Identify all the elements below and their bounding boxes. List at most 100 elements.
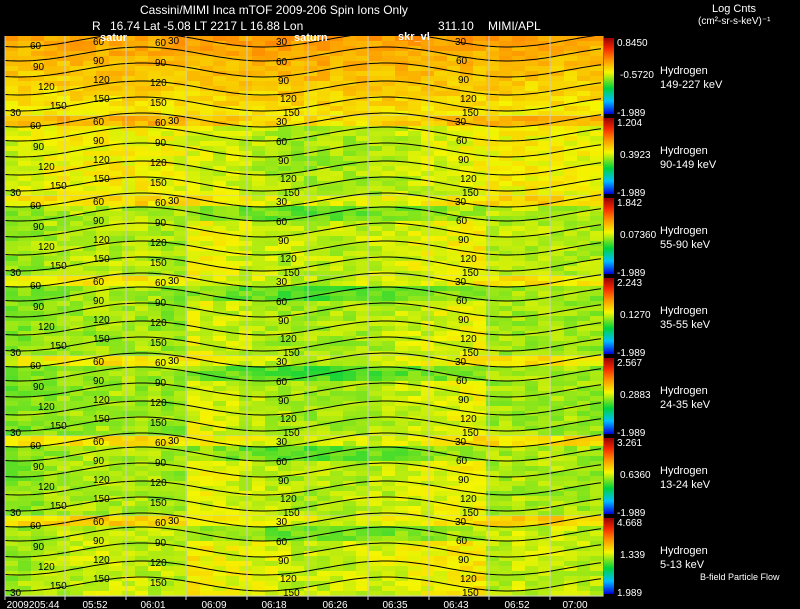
heatmap-cell [382,461,396,467]
heatmap-cell [44,306,58,312]
heatmap-cell [590,426,604,432]
heatmap-cell [499,71,513,77]
heatmap-cell [512,161,526,167]
heatmap-cell [590,506,604,512]
heatmap-cell [5,416,19,422]
heatmap-cell [577,346,591,352]
heatmap-cell [213,446,227,452]
heatmap-cell [317,366,331,372]
heatmap-cell [44,116,58,122]
heatmap-cell [44,291,58,297]
heatmap-cell [317,151,331,157]
heatmap-cell [44,546,58,552]
heatmap-cell [122,306,136,312]
heatmap-cell [590,136,604,142]
heatmap-cell [187,521,201,527]
heatmap-cell [577,201,591,207]
heatmap-cell [395,441,409,447]
heatmap-cell [18,461,32,467]
heatmap-cell [213,516,227,522]
heatmap-cell [252,261,266,267]
heatmap-cell [70,96,84,102]
heatmap-cell [512,196,526,202]
heatmap-cell [343,121,357,127]
heatmap-cell [252,81,266,87]
heatmap-cell [564,366,578,372]
heatmap-cell [369,346,383,352]
heatmap-cell [213,126,227,132]
heatmap-cell [239,291,253,297]
heatmap-cell [577,376,591,382]
heatmap-cell [226,276,240,282]
heatmap-cell [148,251,162,257]
heatmap-cell [590,46,604,52]
heatmap-cell [70,586,84,592]
heatmap-cell [473,86,487,92]
heatmap-cell [122,516,136,522]
heatmap-cell [512,491,526,497]
heatmap-cell [213,301,227,307]
heatmap-cell [187,221,201,227]
heatmap-cell [135,106,149,112]
contour-label: 60 [93,197,105,208]
heatmap-cell [512,291,526,297]
heatmap-cell [187,96,201,102]
heatmap-cell [486,461,500,467]
heatmap-cell [109,406,123,412]
heatmap-cell [499,51,513,57]
heatmap-cell [57,321,71,327]
heatmap-cell [135,226,149,232]
heatmap-cell [434,281,448,287]
heatmap-cell [5,436,19,442]
heatmap-cell [317,96,331,102]
heatmap-cell [44,146,58,152]
heatmap-cell [109,56,123,62]
heatmap-cell [486,96,500,102]
heatmap-cell [304,396,318,402]
contour-label: 30 [168,36,180,47]
heatmap-cell [200,56,214,62]
heatmap-cell [213,366,227,372]
heatmap-cell [473,236,487,242]
heatmap-cell [408,121,422,127]
heatmap-cell [70,206,84,212]
heatmap-cell [525,461,539,467]
heatmap-cell [135,141,149,147]
contour-label: 60 [276,297,288,308]
heatmap-cell [57,396,71,402]
heatmap-cell [382,41,396,47]
heatmap-cell [382,151,396,157]
contour-label: 30 [168,356,180,367]
heatmap-cell [408,76,422,82]
heatmap-cell [499,371,513,377]
heatmap-cell [525,131,539,137]
heatmap-cell [499,161,513,167]
heatmap-cell [96,186,110,192]
heatmap-cell [5,51,19,57]
heatmap-cell [265,401,279,407]
heatmap-cell [44,526,58,532]
heatmap-cell [5,361,19,367]
heatmap-cell [187,361,201,367]
heatmap-cell [109,506,123,512]
colorbar-max: 2.243 [617,278,642,289]
heatmap-cell [239,141,253,147]
heatmap-cell [525,206,539,212]
heatmap-cell [265,501,279,507]
heatmap-cell [18,71,32,77]
heatmap-cell [408,251,422,257]
heatmap-cell [421,396,435,402]
heatmap-cell [304,411,318,417]
heatmap-cell [564,121,578,127]
heatmap-cell [200,496,214,502]
heatmap-cell [512,391,526,397]
heatmap-cell [252,131,266,137]
heatmap-cell [434,256,448,262]
heatmap-cell [70,266,84,272]
heatmap-cell [135,426,149,432]
heatmap-cell [44,466,58,472]
heatmap-cell [330,61,344,67]
heatmap-cell [122,551,136,557]
contour-label: 60 [456,376,468,387]
heatmap-cell [44,446,58,452]
